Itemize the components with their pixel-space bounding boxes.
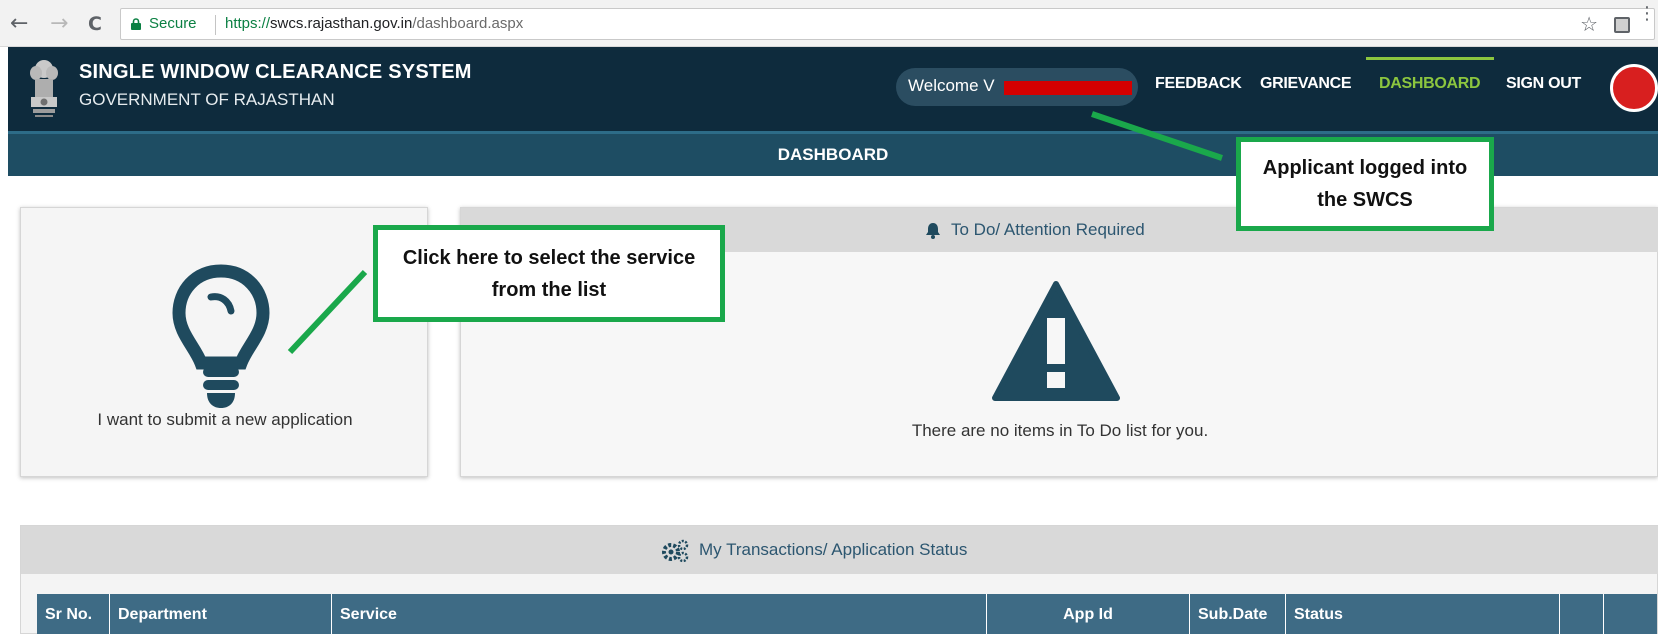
nav-grievance[interactable]: GRIEVANCE	[1260, 75, 1352, 93]
column-header-status[interactable]: Status	[1286, 594, 1560, 634]
todo-title: To Do/ Attention Required	[951, 220, 1145, 239]
redaction-bar	[1004, 81, 1132, 95]
nav-feedback[interactable]: FEEDBACK	[1155, 75, 1242, 93]
annotation-callout-logged-in: Applicant logged into the SWCS	[1236, 137, 1494, 231]
bell-icon	[926, 223, 940, 239]
back-arrow-icon[interactable]: ←	[10, 10, 28, 38]
gears-icon	[662, 539, 689, 563]
address-separator	[215, 15, 216, 35]
todo-empty-message: There are no items in To Do list for you…	[911, 421, 1209, 440]
url-path: /dashboard.aspx	[412, 15, 524, 32]
column-header-action-2[interactable]	[1604, 594, 1657, 634]
address-bar[interactable]: Secure https://swcs.rajasthan.gov.in/das…	[120, 8, 1655, 40]
browser-toolbar: ← → C Secure https://swcs.rajasthan.gov.…	[0, 0, 1658, 47]
lock-icon	[131, 18, 141, 30]
url-scheme: https://	[225, 15, 271, 32]
url-text[interactable]: https://swcs.rajasthan.gov.in/dashboard.…	[225, 15, 523, 32]
lightbulb-icon	[172, 264, 270, 408]
warning-icon	[992, 281, 1120, 401]
active-nav-indicator	[1366, 57, 1494, 60]
transactions-panel: My Transactions/ Application Status Sr N…	[20, 525, 1658, 634]
site-header: SINGLE WINDOW CLEARANCE SYSTEM GOVERNMEN…	[8, 47, 1658, 131]
reload-icon[interactable]: C	[88, 10, 102, 38]
column-header-sr-no[interactable]: Sr No.	[37, 594, 110, 634]
star-icon[interactable]: ☆	[1580, 12, 1598, 36]
annotation-callout-select-service: Click here to select the service from th…	[373, 225, 725, 322]
column-header-service[interactable]: Service	[332, 594, 987, 634]
menu-icon[interactable]: ⋮	[1638, 3, 1656, 24]
column-header-department[interactable]: Department	[110, 594, 332, 634]
forward-arrow-icon[interactable]: →	[50, 10, 68, 38]
column-header-action-1[interactable]	[1560, 594, 1604, 634]
new-application-label[interactable]: I want to submit a new application	[21, 410, 429, 430]
new-application-card[interactable]: I want to submit a new application	[20, 207, 428, 477]
transactions-title: My Transactions/ Application Status	[699, 540, 968, 559]
nav-dashboard[interactable]: DASHBOARD	[1379, 75, 1481, 93]
page-root: ← → C Secure https://swcs.rajasthan.gov.…	[0, 0, 1658, 634]
secure-label: Secure	[149, 15, 197, 32]
column-header-sub-date[interactable]: Sub.Date	[1190, 594, 1286, 634]
site-subtitle: GOVERNMENT OF RAJASTHAN	[79, 90, 335, 109]
welcome-badge[interactable]: Welcome V	[896, 68, 1138, 106]
avatar[interactable]	[1610, 64, 1658, 112]
transactions-table-header: Sr No. Department Service App Id Sub.Dat…	[37, 594, 1657, 634]
url-host: swcs.rajasthan.gov.in	[270, 15, 413, 32]
extension-icon[interactable]	[1614, 17, 1630, 33]
state-emblem-icon	[30, 60, 58, 117]
welcome-text: Welcome V	[908, 76, 995, 95]
nav-sign-out[interactable]: SIGN OUT	[1506, 75, 1581, 93]
site-title: SINGLE WINDOW CLEARANCE SYSTEM	[79, 61, 472, 83]
column-header-app-id[interactable]: App Id	[987, 594, 1190, 634]
transactions-header: My Transactions/ Application Status	[21, 526, 1658, 574]
